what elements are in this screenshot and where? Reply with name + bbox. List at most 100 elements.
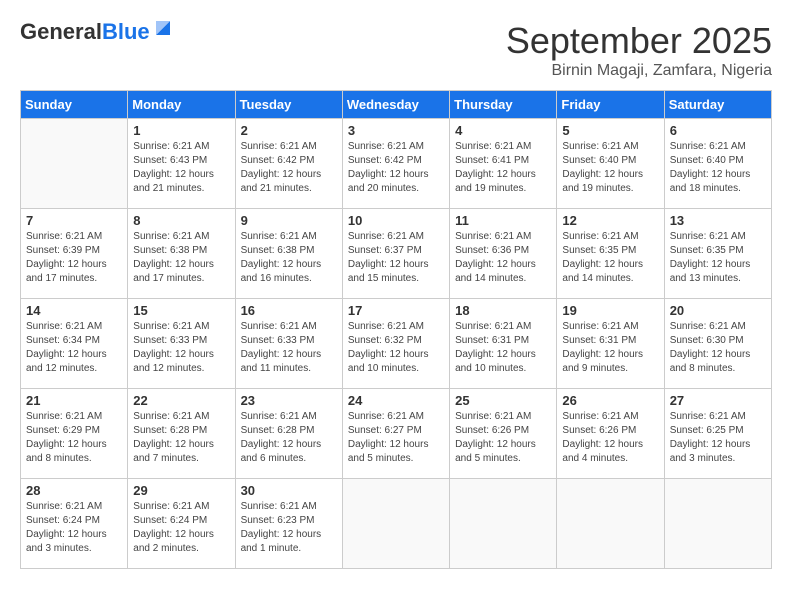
day-info: Sunrise: 6:21 AMSunset: 6:32 PMDaylight:… <box>348 320 444 376</box>
day-number: 15 <box>133 303 229 318</box>
day-info: Sunrise: 6:21 AMSunset: 6:26 PMDaylight:… <box>562 410 658 466</box>
calendar-cell: 14 Sunrise: 6:21 AMSunset: 6:34 PMDayligh… <box>21 299 128 389</box>
day-number: 11 <box>455 213 551 228</box>
calendar-cell: 21 Sunrise: 6:21 AMSunset: 6:29 PMDayligh… <box>21 389 128 479</box>
day-number: 30 <box>241 483 337 498</box>
calendar-cell <box>450 479 557 569</box>
calendar-cell: 27Sunrise: 6:21 AMSunset: 6:25 PMDayligh… <box>664 389 771 479</box>
day-info: Sunrise: 6:21 AMSunset: 6:35 PMDaylight:… <box>670 230 766 286</box>
calendar-cell: 30 Sunrise: 6:21 AMSunset: 6:23 PMDayligh… <box>235 479 342 569</box>
day-number: 21 <box>26 393 122 408</box>
day-number: 29 <box>133 483 229 498</box>
weekday-header-sunday: Sunday <box>21 91 128 119</box>
calendar-cell: 25Sunrise: 6:21 AMSunset: 6:26 PMDayligh… <box>450 389 557 479</box>
day-info: Sunrise: 6:21 AMSunset: 6:42 PMDaylight:… <box>348 140 444 196</box>
month-title: September 2025 <box>506 20 772 62</box>
day-number: 6 <box>670 123 766 138</box>
calendar-cell: 7Sunrise: 6:21 AMSunset: 6:39 PMDaylight… <box>21 209 128 299</box>
day-number: 13 <box>670 213 766 228</box>
calendar-week-5: 28 Sunrise: 6:21 AMSunset: 6:24 PMDayligh… <box>21 479 772 569</box>
day-info: Sunrise: 6:21 AMSunset: 6:31 PMDaylight:… <box>455 320 551 376</box>
calendar-cell: 9 Sunrise: 6:21 AMSunset: 6:38 PMDaylight… <box>235 209 342 299</box>
calendar-week-2: 7Sunrise: 6:21 AMSunset: 6:39 PMDaylight… <box>21 209 772 299</box>
day-number: 19 <box>562 303 658 318</box>
logo-text: GeneralBlue <box>20 20 150 44</box>
day-number: 18 <box>455 303 551 318</box>
day-info: Sunrise: 6:21 AMSunset: 6:34 PMDaylight:… <box>26 320 122 376</box>
calendar-cell: 13 Sunrise: 6:21 AMSunset: 6:35 PMDayligh… <box>664 209 771 299</box>
day-info: Sunrise: 6:21 AMSunset: 6:40 PMDaylight:… <box>562 140 658 196</box>
title-block: September 2025 Birnin Magaji, Zamfara, N… <box>506 20 772 80</box>
calendar-cell: 22 Sunrise: 6:21 AMSunset: 6:28 PMDayligh… <box>128 389 235 479</box>
day-number: 9 <box>241 213 337 228</box>
calendar-cell <box>557 479 664 569</box>
calendar-cell: 8Sunrise: 6:21 AMSunset: 6:38 PMDaylight… <box>128 209 235 299</box>
day-info: Sunrise: 6:21 AMSunset: 6:35 PMDaylight:… <box>562 230 658 286</box>
day-number: 5 <box>562 123 658 138</box>
day-info: Sunrise: 6:21 AMSunset: 6:24 PMDaylight:… <box>26 500 122 556</box>
day-info: Sunrise: 6:21 AMSunset: 6:37 PMDaylight:… <box>348 230 444 286</box>
day-info: Sunrise: 6:21 AMSunset: 6:31 PMDaylight:… <box>562 320 658 376</box>
calendar-week-4: 21 Sunrise: 6:21 AMSunset: 6:29 PMDayligh… <box>21 389 772 479</box>
day-number: 22 <box>133 393 229 408</box>
calendar-cell: 24 Sunrise: 6:21 AMSunset: 6:27 PMDayligh… <box>342 389 449 479</box>
calendar-week-1: 1 Sunrise: 6:21 AMSunset: 6:43 PMDaylight… <box>21 119 772 209</box>
calendar-cell: 2 Sunrise: 6:21 AMSunset: 6:42 PMDaylight… <box>235 119 342 209</box>
day-info: Sunrise: 6:21 AMSunset: 6:29 PMDaylight:… <box>26 410 122 466</box>
calendar-body: 1 Sunrise: 6:21 AMSunset: 6:43 PMDaylight… <box>21 119 772 569</box>
calendar-cell: 18 Sunrise: 6:21 AMSunset: 6:31 PMDayligh… <box>450 299 557 389</box>
calendar-week-3: 14 Sunrise: 6:21 AMSunset: 6:34 PMDayligh… <box>21 299 772 389</box>
day-info: Sunrise: 6:21 AMSunset: 6:27 PMDaylight:… <box>348 410 444 466</box>
day-info: Sunrise: 6:21 AMSunset: 6:28 PMDaylight:… <box>133 410 229 466</box>
weekday-header-friday: Friday <box>557 91 664 119</box>
day-number: 27 <box>670 393 766 408</box>
weekday-header-thursday: Thursday <box>450 91 557 119</box>
calendar-cell: 12 Sunrise: 6:21 AMSunset: 6:35 PMDayligh… <box>557 209 664 299</box>
day-number: 1 <box>133 123 229 138</box>
weekday-header-saturday: Saturday <box>664 91 771 119</box>
day-info: Sunrise: 6:21 AMSunset: 6:36 PMDaylight:… <box>455 230 551 286</box>
calendar-cell: 5 Sunrise: 6:21 AMSunset: 6:40 PMDaylight… <box>557 119 664 209</box>
day-info: Sunrise: 6:21 AMSunset: 6:42 PMDaylight:… <box>241 140 337 196</box>
day-info: Sunrise: 6:21 AMSunset: 6:40 PMDaylight:… <box>670 140 766 196</box>
day-info: Sunrise: 6:21 AMSunset: 6:38 PMDaylight:… <box>241 230 337 286</box>
calendar-cell: 4 Sunrise: 6:21 AMSunset: 6:41 PMDaylight… <box>450 119 557 209</box>
calendar-cell <box>664 479 771 569</box>
calendar-cell: 15 Sunrise: 6:21 AMSunset: 6:33 PMDayligh… <box>128 299 235 389</box>
calendar-cell: 26 Sunrise: 6:21 AMSunset: 6:26 PMDayligh… <box>557 389 664 479</box>
day-info: Sunrise: 6:21 AMSunset: 6:41 PMDaylight:… <box>455 140 551 196</box>
calendar-cell: 23 Sunrise: 6:21 AMSunset: 6:28 PMDayligh… <box>235 389 342 479</box>
calendar-cell: 10 Sunrise: 6:21 AMSunset: 6:37 PMDayligh… <box>342 209 449 299</box>
calendar-cell: 3Sunrise: 6:21 AMSunset: 6:42 PMDaylight… <box>342 119 449 209</box>
day-number: 17 <box>348 303 444 318</box>
day-info: Sunrise: 6:21 AMSunset: 6:28 PMDaylight:… <box>241 410 337 466</box>
day-number: 28 <box>26 483 122 498</box>
calendar-cell: 11 Sunrise: 6:21 AMSunset: 6:36 PMDayligh… <box>450 209 557 299</box>
day-info: Sunrise: 6:21 AMSunset: 6:33 PMDaylight:… <box>133 320 229 376</box>
day-number: 10 <box>348 213 444 228</box>
day-number: 14 <box>26 303 122 318</box>
calendar-cell: 19 Sunrise: 6:21 AMSunset: 6:31 PMDayligh… <box>557 299 664 389</box>
calendar-cell: 28 Sunrise: 6:21 AMSunset: 6:24 PMDayligh… <box>21 479 128 569</box>
day-number: 24 <box>348 393 444 408</box>
calendar-cell: 29Sunrise: 6:21 AMSunset: 6:24 PMDayligh… <box>128 479 235 569</box>
day-number: 2 <box>241 123 337 138</box>
calendar-cell: 17 Sunrise: 6:21 AMSunset: 6:32 PMDayligh… <box>342 299 449 389</box>
day-number: 26 <box>562 393 658 408</box>
day-number: 20 <box>670 303 766 318</box>
day-number: 12 <box>562 213 658 228</box>
day-info: Sunrise: 6:21 AMSunset: 6:30 PMDaylight:… <box>670 320 766 376</box>
day-number: 23 <box>241 393 337 408</box>
logo: GeneralBlue <box>20 20 174 44</box>
day-info: Sunrise: 6:21 AMSunset: 6:43 PMDaylight:… <box>133 140 229 196</box>
weekday-header-tuesday: Tuesday <box>235 91 342 119</box>
day-info: Sunrise: 6:21 AMSunset: 6:33 PMDaylight:… <box>241 320 337 376</box>
day-info: Sunrise: 6:21 AMSunset: 6:23 PMDaylight:… <box>241 500 337 556</box>
calendar-cell: 1 Sunrise: 6:21 AMSunset: 6:43 PMDaylight… <box>128 119 235 209</box>
day-number: 8 <box>133 213 229 228</box>
logo-icon <box>152 17 174 39</box>
weekday-header-row: SundayMondayTuesdayWednesdayThursdayFrid… <box>21 91 772 119</box>
day-number: 4 <box>455 123 551 138</box>
day-number: 25 <box>455 393 551 408</box>
calendar-cell: 16Sunrise: 6:21 AMSunset: 6:33 PMDayligh… <box>235 299 342 389</box>
